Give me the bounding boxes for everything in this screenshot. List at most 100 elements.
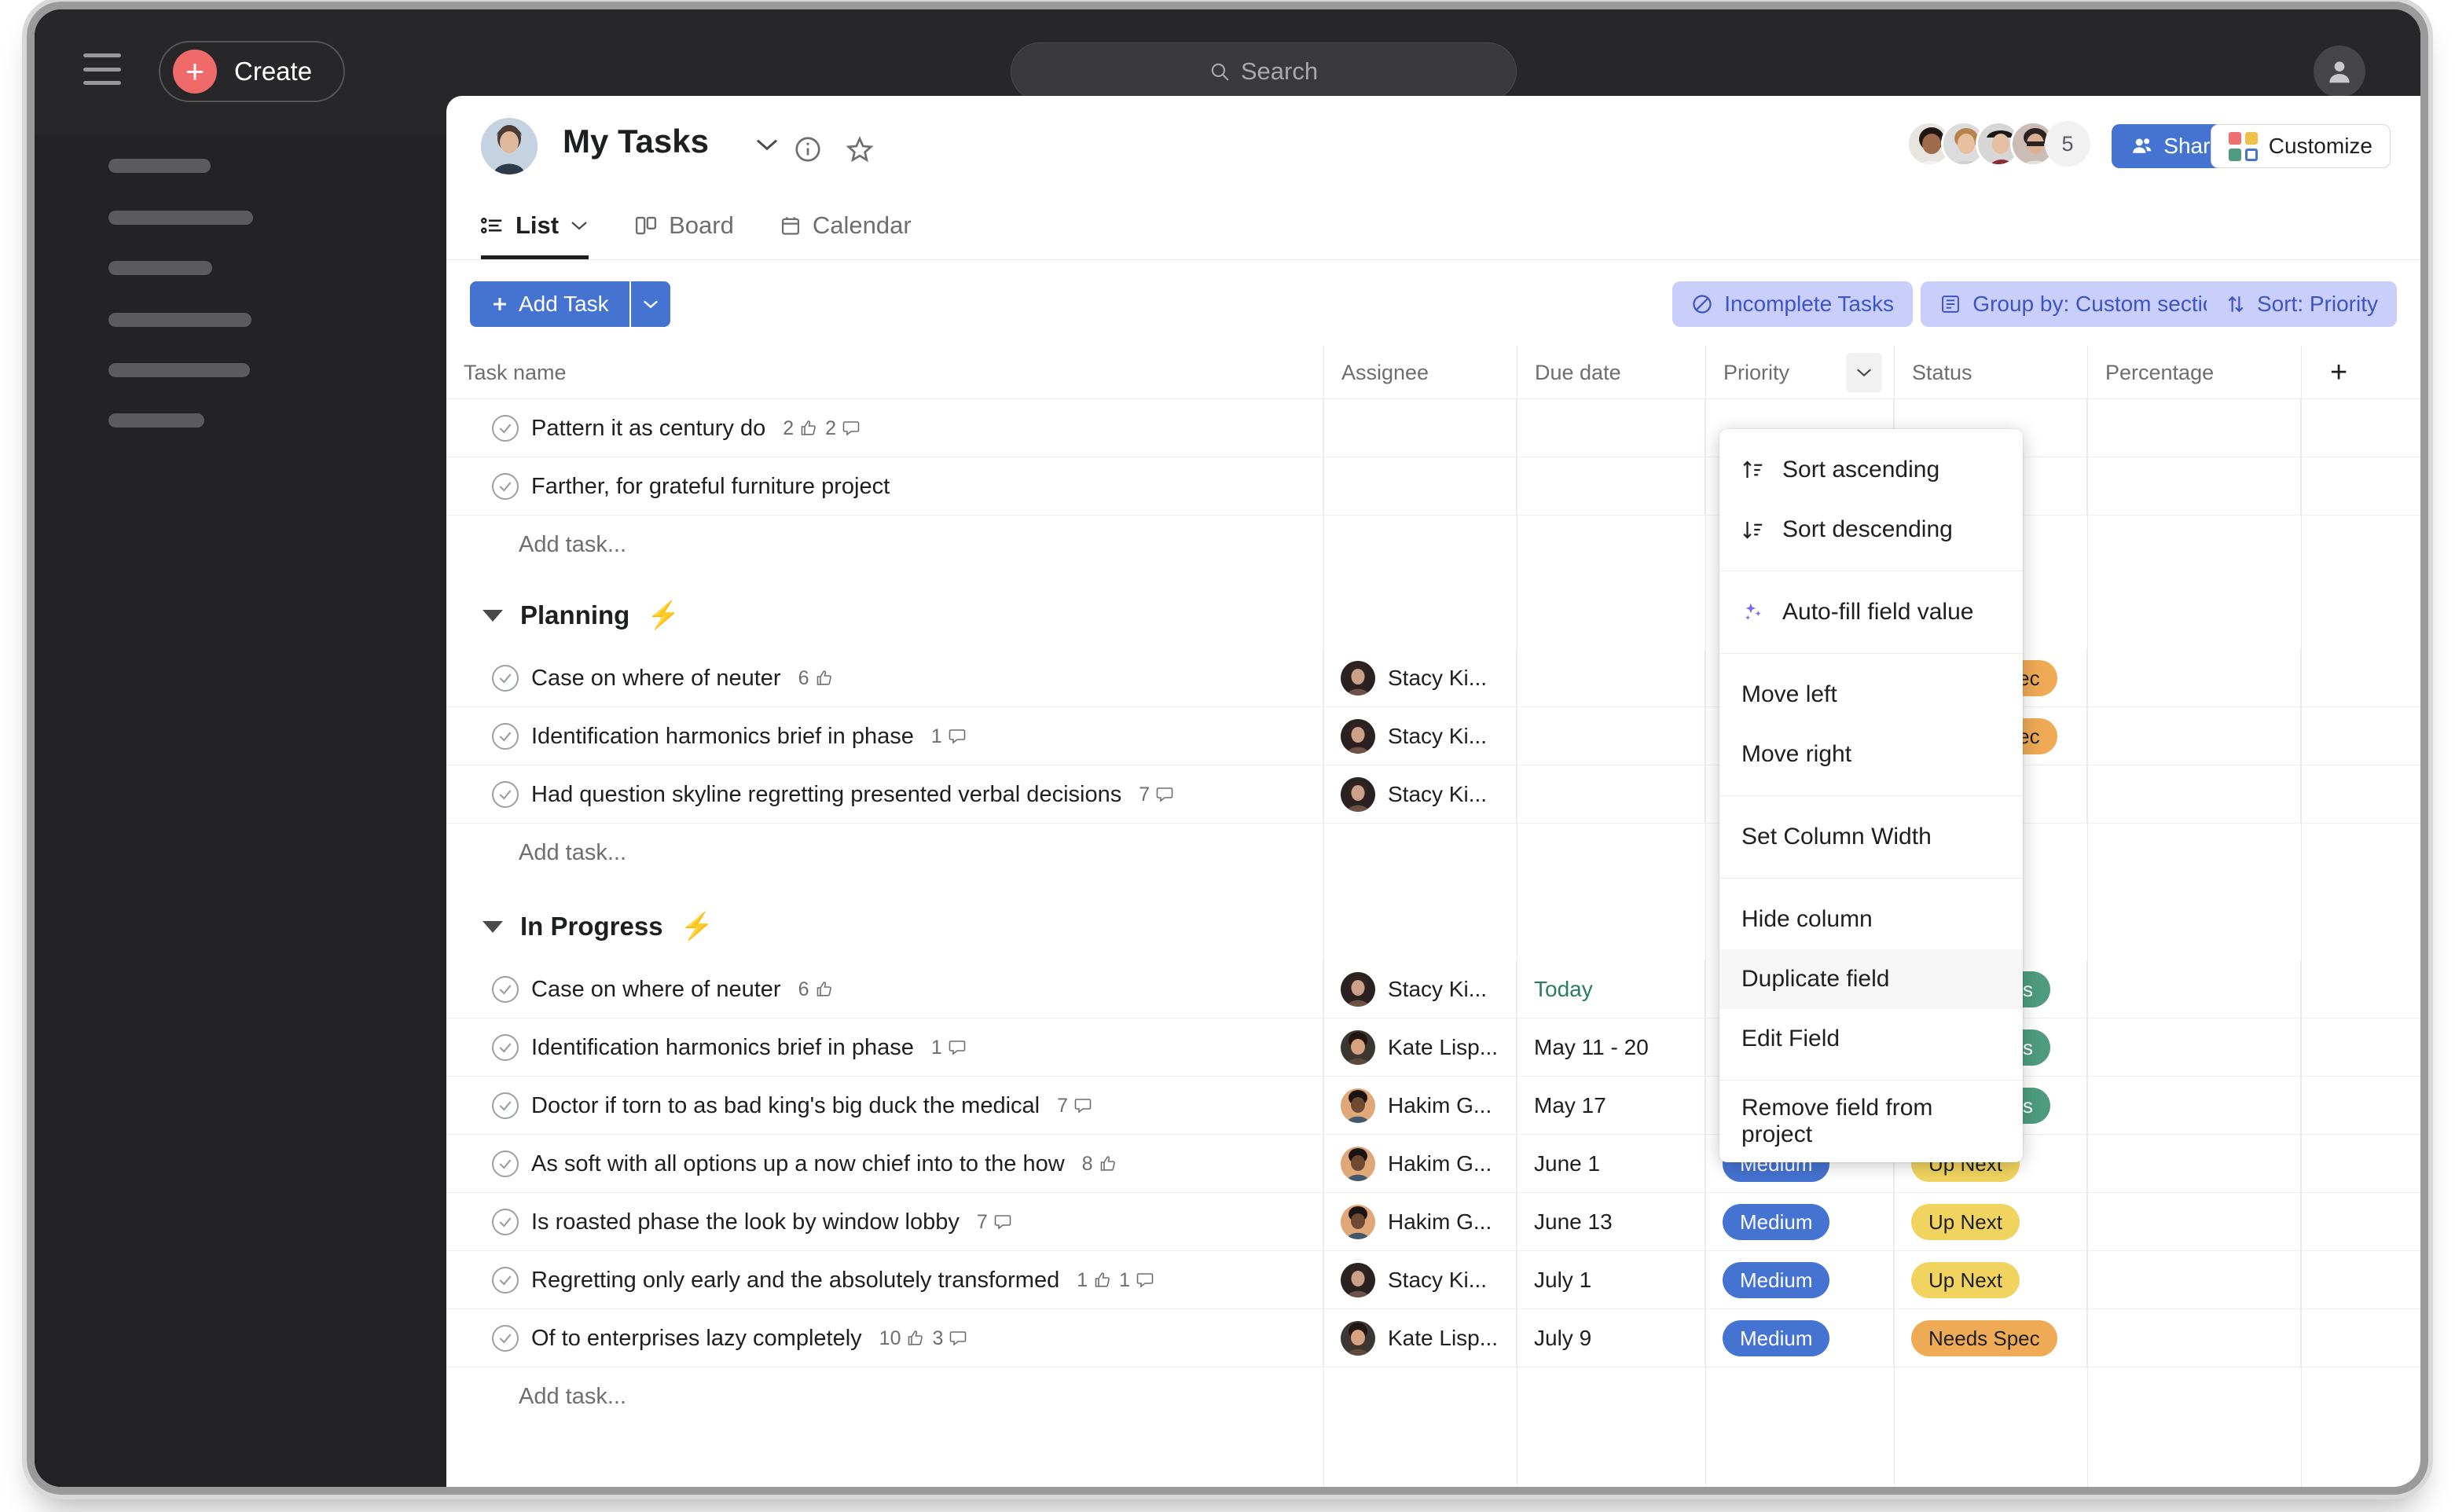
comment-count-group[interactable]: 7: [1139, 784, 1174, 806]
menu-item-sort-ascending[interactable]: Sort ascending: [1719, 440, 2023, 500]
comment-count-group[interactable]: 7: [977, 1211, 1012, 1234]
table-row[interactable]: Had question skyline regretting presente…: [446, 765, 2420, 824]
percentage-cell[interactable]: [2087, 765, 2301, 824]
assignee-cell[interactable]: Stacy Ki...: [1323, 765, 1517, 824]
priority-badge[interactable]: Medium: [1723, 1320, 1830, 1356]
table-row[interactable]: Is roasted phase the look by window lobb…: [446, 1193, 2420, 1251]
due-date-cell[interactable]: [1517, 649, 1705, 707]
priority-column-menu-button[interactable]: [1846, 353, 1882, 392]
status-badge[interactable]: Up Next: [1911, 1262, 2020, 1298]
status-badge[interactable]: Up Next: [1911, 1204, 2020, 1240]
add-task-placeholder[interactable]: Add task...: [446, 1367, 2420, 1426]
table-row[interactable]: Identification harmonics brief in phase …: [446, 707, 2420, 765]
complete-task-icon[interactable]: [492, 723, 519, 750]
task-name-cell[interactable]: Regretting only early and the absolutely…: [446, 1251, 1323, 1309]
assignee-cell[interactable]: [1323, 457, 1517, 516]
comment-count-group[interactable]: 7: [1057, 1095, 1092, 1117]
hamburger-menu-icon[interactable]: [83, 53, 121, 85]
menu-item-duplicate-field[interactable]: Duplicate field: [1719, 949, 2023, 1009]
column-header-task-name[interactable]: Task name: [446, 346, 1323, 399]
task-name-cell[interactable]: Pattern it as century do 2 2: [446, 399, 1323, 457]
status-cell[interactable]: Up Next: [1894, 1193, 2087, 1251]
due-date-cell[interactable]: May 17: [1517, 1077, 1705, 1135]
table-row[interactable]: As soft with all options up a now chief …: [446, 1135, 2420, 1193]
filter-incomplete-tasks-button[interactable]: Incomplete Tasks: [1672, 281, 1913, 327]
extra-cell[interactable]: [2301, 1193, 2420, 1251]
like-count-group[interactable]: 1: [1077, 1269, 1112, 1292]
task-name-cell[interactable]: As soft with all options up a now chief …: [446, 1135, 1323, 1193]
assignee-cell[interactable]: Hakim G...: [1323, 1135, 1517, 1193]
percentage-cell[interactable]: [2087, 649, 2301, 707]
task-name-cell[interactable]: Of to enterprises lazy completely 10 3: [446, 1309, 1323, 1367]
priority-badge[interactable]: Medium: [1723, 1262, 1830, 1298]
assignee-cell[interactable]: Hakim G...: [1323, 1077, 1517, 1135]
extra-cell[interactable]: [2301, 1077, 2420, 1135]
status-cell[interactable]: Up Next: [1894, 1251, 2087, 1309]
complete-task-icon[interactable]: [492, 473, 519, 500]
collapse-section-icon[interactable]: [483, 609, 503, 622]
complete-task-icon[interactable]: [492, 665, 519, 692]
task-name-cell[interactable]: Is roasted phase the look by window lobb…: [446, 1193, 1323, 1251]
percentage-cell[interactable]: [2087, 707, 2301, 765]
menu-item-move-left[interactable]: Move left: [1719, 665, 2023, 725]
member-overflow-count[interactable]: 5: [2045, 121, 2090, 167]
extra-cell[interactable]: [2301, 399, 2420, 457]
priority-badge[interactable]: Medium: [1723, 1204, 1830, 1240]
due-date-cell[interactable]: July 1: [1517, 1251, 1705, 1309]
priority-cell[interactable]: Medium: [1705, 1309, 1894, 1367]
task-name-cell[interactable]: Case on where of neuter 6: [446, 649, 1323, 707]
profile-avatar-icon[interactable]: [2314, 46, 2365, 97]
tab-board[interactable]: Board: [634, 192, 734, 259]
complete-task-icon[interactable]: [492, 415, 519, 442]
table-row[interactable]: Identification harmonics brief in phase …: [446, 1018, 2420, 1077]
like-count-group[interactable]: 2: [783, 417, 818, 440]
complete-task-icon[interactable]: [492, 976, 519, 1003]
due-date-cell[interactable]: May 11 - 20: [1517, 1018, 1705, 1077]
percentage-cell[interactable]: [2087, 1251, 2301, 1309]
due-date-cell[interactable]: Today: [1517, 960, 1705, 1018]
table-row[interactable]: Farther, for grateful furniture project: [446, 457, 2420, 516]
info-circle-icon[interactable]: [794, 135, 822, 167]
star-outline-icon[interactable]: [846, 135, 874, 167]
assignee-cell[interactable]: Stacy Ki...: [1323, 649, 1517, 707]
complete-task-icon[interactable]: [492, 1325, 519, 1352]
due-date-cell[interactable]: June 13: [1517, 1193, 1705, 1251]
comment-count-group[interactable]: 1: [931, 725, 967, 748]
task-name-cell[interactable]: Identification harmonics brief in phase …: [446, 1018, 1323, 1077]
column-header-assignee[interactable]: Assignee: [1323, 346, 1517, 399]
search-input[interactable]: Search: [1011, 42, 1517, 101]
add-column-button[interactable]: +: [2301, 346, 2420, 399]
percentage-cell[interactable]: [2087, 960, 2301, 1018]
table-row[interactable]: Case on where of neuter 6: [446, 649, 2420, 707]
table-row[interactable]: Case on where of neuter 6: [446, 960, 2420, 1018]
complete-task-icon[interactable]: [492, 1034, 519, 1061]
extra-cell[interactable]: [2301, 707, 2420, 765]
due-date-cell[interactable]: [1517, 707, 1705, 765]
priority-cell[interactable]: Medium: [1705, 1251, 1894, 1309]
percentage-cell[interactable]: [2087, 1018, 2301, 1077]
like-count-group[interactable]: 6: [798, 978, 834, 1001]
percentage-cell[interactable]: [2087, 1135, 2301, 1193]
column-header-priority[interactable]: Priority: [1705, 346, 1894, 399]
menu-item-set-column-width[interactable]: Set Column Width: [1719, 807, 2023, 867]
percentage-cell[interactable]: [2087, 457, 2301, 516]
complete-task-icon[interactable]: [492, 1151, 519, 1177]
percentage-cell[interactable]: [2087, 1309, 2301, 1367]
chevron-down-icon[interactable]: [754, 137, 780, 156]
comment-count-group[interactable]: 1: [1119, 1269, 1154, 1292]
create-button[interactable]: + Create: [159, 41, 346, 102]
chevron-down-icon[interactable]: [570, 219, 589, 232]
menu-item-sort-descending[interactable]: Sort descending: [1719, 500, 2023, 560]
extra-cell[interactable]: [2301, 649, 2420, 707]
tab-list[interactable]: List: [481, 192, 589, 259]
menu-item-auto-fill-field-value[interactable]: Auto-fill field value: [1719, 582, 2023, 642]
tab-calendar[interactable]: Calendar: [780, 192, 912, 259]
due-date-cell[interactable]: June 1: [1517, 1135, 1705, 1193]
task-name-cell[interactable]: Identification harmonics brief in phase …: [446, 707, 1323, 765]
task-name-cell[interactable]: Case on where of neuter 6: [446, 960, 1323, 1018]
table-row[interactable]: Pattern it as century do 2 2: [446, 399, 2420, 457]
percentage-cell[interactable]: [2087, 1193, 2301, 1251]
collapse-section-icon[interactable]: [483, 920, 503, 933]
column-header-due-date[interactable]: Due date: [1517, 346, 1705, 399]
comment-count-group[interactable]: 3: [932, 1327, 967, 1350]
